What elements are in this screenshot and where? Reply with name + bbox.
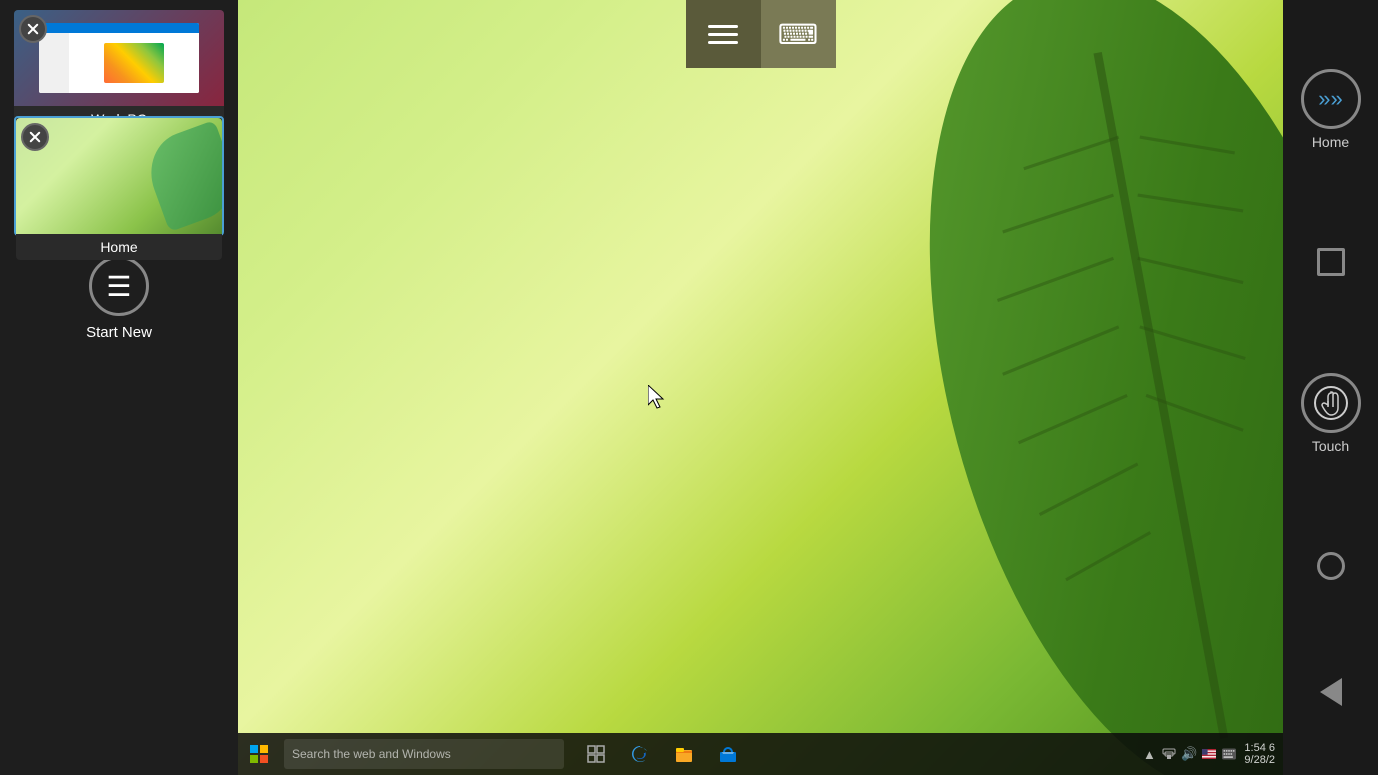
task-view-icon — [587, 745, 605, 763]
menu-icon — [708, 25, 738, 44]
circle-icon — [1317, 552, 1345, 580]
keyboard-icon: ⌨ — [778, 18, 818, 51]
up-arrow-icon[interactable]: ▲ — [1142, 747, 1156, 761]
start-new-button[interactable]: ☰ Start New — [86, 256, 152, 341]
taskbar-time: 1:54 6 9/28/2 — [1244, 742, 1275, 766]
close-work-pc-button[interactable] — [19, 15, 47, 43]
language-icon[interactable] — [1202, 747, 1216, 761]
edge-browser-button[interactable] — [620, 733, 660, 775]
touch-button[interactable]: Touch — [1301, 373, 1361, 454]
taskbar-apps — [576, 733, 748, 775]
windows-taskbar: Search the web and Windows — [238, 733, 1283, 775]
left-sidebar: Work PC Home ☰ Start New — [0, 0, 238, 775]
android-home-button[interactable] — [1317, 552, 1345, 580]
close-home-button[interactable] — [21, 123, 49, 151]
home-circle-icon: »» — [1301, 69, 1361, 129]
file-explorer-icon — [674, 744, 694, 764]
network-icon[interactable] — [1162, 747, 1176, 761]
keyboard-toolbar-button[interactable]: ⌨ — [761, 0, 836, 68]
right-sidebar: »» Home Touch — [1283, 0, 1378, 775]
taskbar-system-icons: ▲ 🔊 — [1142, 747, 1236, 761]
home-card[interactable]: Home — [14, 116, 224, 236]
start-button[interactable] — [238, 733, 280, 775]
file-explorer-button[interactable] — [664, 733, 704, 775]
edge-icon — [630, 744, 650, 764]
top-toolbar: ⌨ — [686, 0, 836, 68]
taskbar-right-area: ▲ 🔊 — [1142, 742, 1283, 766]
square-icon — [1317, 248, 1345, 276]
main-content: ⌨ Search the web and Windows — [238, 0, 1283, 775]
recent-apps-button[interactable] — [1317, 248, 1345, 276]
touch-button-label: Touch — [1312, 438, 1349, 454]
volume-icon[interactable]: 🔊 — [1182, 747, 1196, 761]
home-button[interactable]: »» Home — [1301, 69, 1361, 150]
taskbar-search-placeholder: Search the web and Windows — [292, 747, 451, 761]
taskbar-search-box[interactable]: Search the web and Windows — [284, 739, 564, 769]
back-triangle-icon — [1320, 678, 1342, 706]
store-button[interactable] — [708, 733, 748, 775]
work-pc-card[interactable]: Work PC — [14, 10, 224, 106]
menu-toolbar-button[interactable] — [686, 0, 761, 68]
store-icon — [718, 744, 738, 764]
leaf-graphic — [733, 0, 1283, 775]
home-card-label: Home — [16, 234, 222, 260]
windows-logo-icon — [250, 745, 268, 763]
start-new-label: Start New — [86, 324, 152, 341]
home-button-label: Home — [1312, 134, 1349, 150]
start-new-icon: ☰ — [89, 256, 149, 316]
keyboard-layout-icon[interactable] — [1222, 747, 1236, 761]
desktop-background[interactable] — [238, 0, 1283, 775]
task-view-button[interactable] — [576, 733, 616, 775]
touch-circle-icon — [1301, 373, 1361, 433]
back-button[interactable] — [1320, 678, 1342, 706]
